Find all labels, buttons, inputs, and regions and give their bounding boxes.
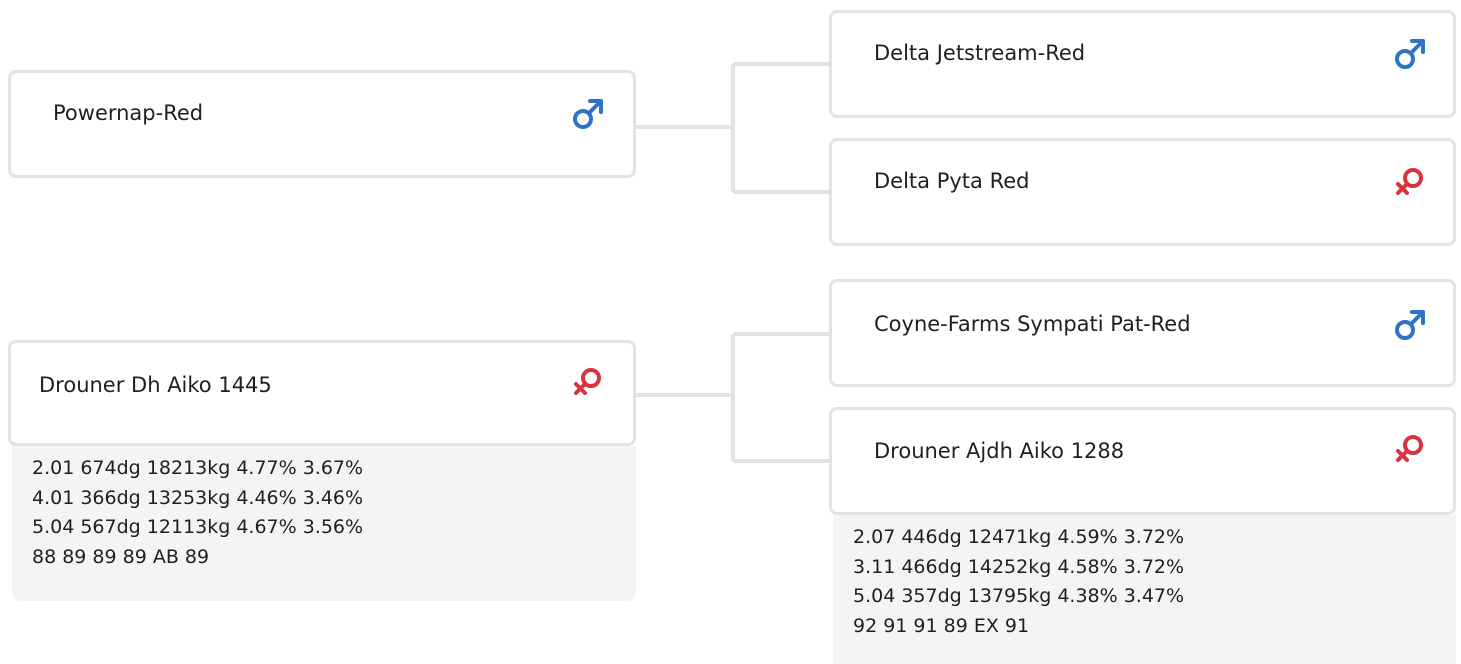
stats-line: 2.07 446dg 12471kg 4.59% 3.72% (853, 526, 1185, 548)
stats-line: 4.01 366dg 13253kg 4.46% 3.46% (32, 486, 364, 509)
sire-dam-card[interactable]: Delta Pyta Red (829, 138, 1456, 246)
dam-sire-name: Coyne-Farms Sympati Pat-Red (874, 312, 1191, 336)
dam-name: Drouner Dh Aiko 1445 (39, 373, 272, 397)
dam-dam-card[interactable]: Drouner Ajdh Aiko 1288 (829, 407, 1456, 515)
stats-line: 5.04 357dg 13795kg 4.38% 3.47% (853, 585, 1185, 607)
male-icon (1395, 39, 1425, 69)
dam-stats: 2.01 674dg 18213kg 4.77% 3.67% 4.01 366d… (12, 446, 636, 601)
male-icon (573, 99, 603, 129)
stats-line: 88 89 89 89 AB 89 (32, 545, 210, 568)
dam-card[interactable]: Drouner Dh Aiko 1445 (8, 340, 636, 446)
female-icon (1396, 435, 1423, 462)
sire-sire-card[interactable]: Delta Jetstream-Red (829, 10, 1456, 118)
stats-line: 92 91 91 89 EX 91 (853, 614, 1030, 637)
female-icon (1396, 168, 1423, 195)
sire-card[interactable]: Powernap-Red (8, 70, 636, 178)
sire-sire-name: Delta Jetstream-Red (874, 41, 1086, 65)
male-icon (1395, 310, 1425, 340)
female-icon (574, 368, 601, 395)
sire-dam-name: Delta Pyta Red (874, 169, 1030, 193)
stats-line: 5.04 567dg 12113kg 4.67% 3.56% (32, 516, 364, 538)
dam-dam-stats: 2.07 446dg 12471kg 4.59% 3.72% 3.11 466d… (833, 515, 1456, 664)
stats-line: 2.01 674dg 18213kg 4.77% 3.67% (32, 457, 364, 479)
dam-sire-card[interactable]: Coyne-Farms Sympati Pat-Red (829, 279, 1456, 387)
stats-line: 3.11 466dg 14252kg 4.58% 3.72% (853, 555, 1185, 578)
sire-name: Powernap-Red (53, 101, 204, 125)
dam-dam-name: Drouner Ajdh Aiko 1288 (874, 439, 1125, 463)
